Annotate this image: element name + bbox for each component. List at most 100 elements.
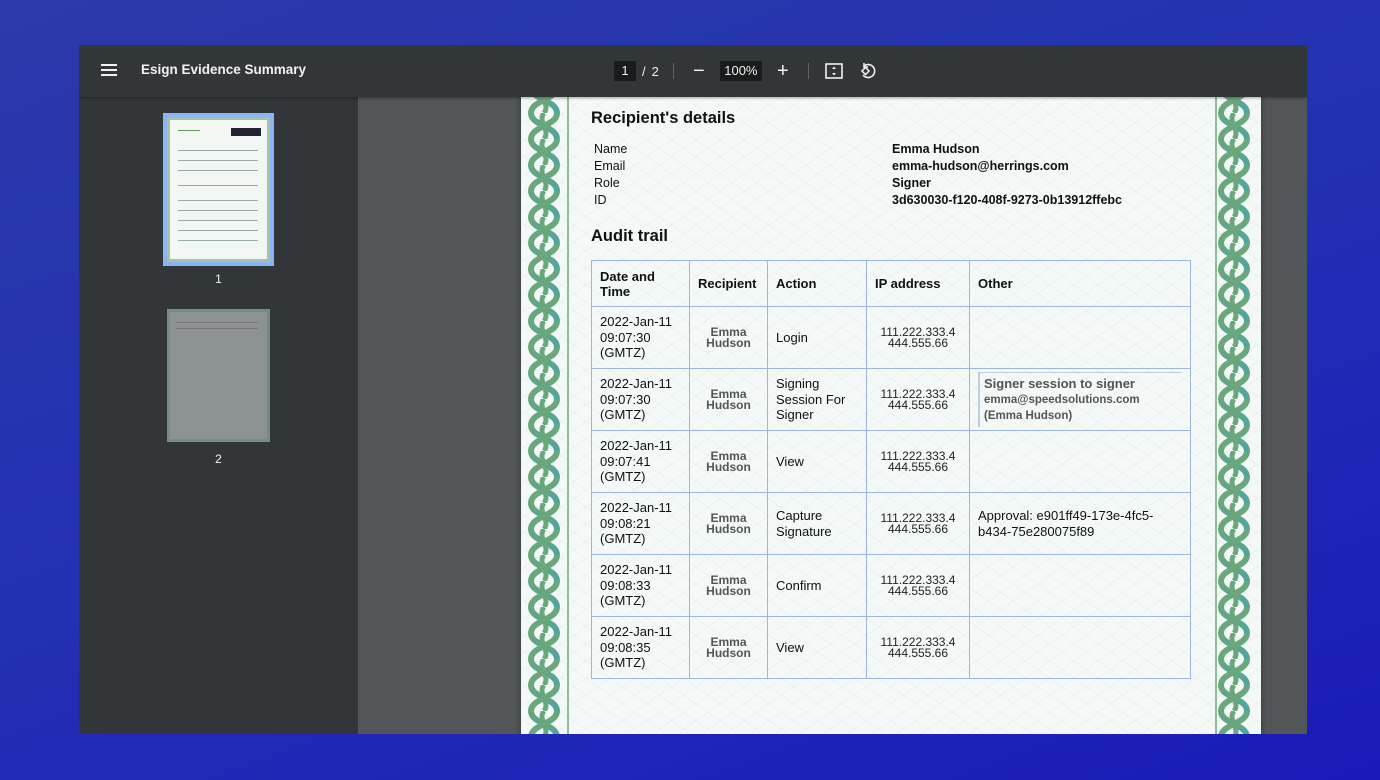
cell-date-time: 2022-Jan-11 09:07:30 (GMTZ) <box>591 368 690 431</box>
pdf-viewer: Esign Evidence Summary 1 / 2 − 100% + 1 … <box>79 45 1307 734</box>
date: 2022-Jan-11 <box>600 500 673 516</box>
email-value: emma-hudson@herrings.com <box>892 159 1069 173</box>
recipient-last: Hudson <box>706 459 751 474</box>
page-total: 2 <box>651 63 659 79</box>
cell-other: Signer session to signer emma@speedsoluti… <box>969 368 1191 431</box>
cell-action: Signing Session For Signer <box>767 368 867 431</box>
fit-page-icon <box>825 63 843 79</box>
timezone: (GMTZ) <box>600 593 646 609</box>
thumbnail-page-1[interactable]: 1 <box>163 113 274 286</box>
cell-action: View <box>767 616 867 679</box>
rotate-button[interactable] <box>857 60 879 82</box>
ip-line-2: 444.555.66 <box>887 397 949 412</box>
cell-ip-address: 111.222.333.4 444.555.66 <box>866 492 970 555</box>
cell-ip-address: 111.222.333.4 444.555.66 <box>866 554 970 617</box>
cell-ip-address: 111.222.333.4 444.555.66 <box>866 616 970 679</box>
audit-trail-table: Date and Time Recipient Action IP addres… <box>591 260 1191 679</box>
zoom-in-button[interactable]: + <box>772 60 794 82</box>
cell-date-time: 2022-Jan-11 09:08:35 (GMTZ) <box>591 616 690 679</box>
time: 09:08:21 <box>600 515 651 531</box>
header-action: Action <box>767 260 867 307</box>
recipient-details-heading: Recipient's details <box>591 109 736 127</box>
divider <box>672 63 674 79</box>
thumbnail-label: 2 <box>215 452 222 466</box>
cell-other <box>969 554 1191 617</box>
name-value: Emma Hudson <box>892 142 980 156</box>
cell-action: Confirm <box>767 554 867 617</box>
name-label: Name <box>594 142 628 156</box>
cell-other <box>969 306 1191 369</box>
zoom-level-input[interactable]: 100% <box>719 61 762 81</box>
page-thumbnail-image <box>167 309 270 442</box>
ip-line-2: 444.555.66 <box>887 335 949 350</box>
cell-ip-address: 111.222.333.4 444.555.66 <box>866 430 970 493</box>
menu-icon[interactable] <box>101 61 119 79</box>
thumbnail-frame[interactable] <box>163 113 274 266</box>
header-date-time: Date and Time <box>591 260 690 307</box>
ip-line-2: 444.555.66 <box>887 583 949 598</box>
date: 2022-Jan-11 <box>600 624 673 640</box>
ip-line-2: 444.555.66 <box>887 645 949 660</box>
page-number-input[interactable]: 1 <box>614 61 636 81</box>
recipient-last: Hudson <box>706 521 751 536</box>
revv-logo-thumb <box>231 128 261 136</box>
thumbnail-page-2[interactable]: 2 <box>163 305 274 466</box>
toolbar: Esign Evidence Summary 1 / 2 − 100% + <box>79 45 1307 97</box>
document-body: Recipient's details Name Emma Hudson Ema… <box>591 109 1191 679</box>
time: 09:08:35 <box>600 639 651 655</box>
cell-ip-address: 111.222.333.4 444.555.66 <box>866 306 970 369</box>
thumbnail-sidebar: 1 2 <box>79 97 358 734</box>
table-row: 2022-Jan-11 09:08:21 (GMTZ) Emma Hudson … <box>591 492 1191 555</box>
audit-trail-heading: Audit trail <box>591 227 668 245</box>
border-line-left <box>567 97 569 734</box>
fit-to-page-button[interactable] <box>823 60 845 82</box>
timezone: (GMTZ) <box>600 469 646 485</box>
timezone: (GMTZ) <box>600 345 646 361</box>
time: 09:07:30 <box>600 329 651 345</box>
recipient-last: Hudson <box>706 397 751 412</box>
date: 2022-Jan-11 <box>600 438 673 454</box>
cell-date-time: 2022-Jan-11 09:08:21 (GMTZ) <box>591 492 690 555</box>
note-line: Signer session to signer <box>984 376 1135 391</box>
document-title: Esign Evidence Summary <box>141 62 307 77</box>
header-other: Other <box>969 260 1191 307</box>
role-label: Role <box>594 176 620 190</box>
divider <box>807 63 809 79</box>
header-recipient: Recipient <box>689 260 768 307</box>
cell-recipient: Emma Hudson <box>689 306 768 369</box>
cell-date-time: 2022-Jan-11 09:07:30 (GMTZ) <box>591 306 690 369</box>
braid-border-right <box>1217 97 1251 734</box>
timezone: (GMTZ) <box>600 531 646 547</box>
date: 2022-Jan-11 <box>600 376 673 392</box>
cell-date-time: 2022-Jan-11 09:08:33 (GMTZ) <box>591 554 690 617</box>
cell-recipient: Emma Hudson <box>689 616 768 679</box>
page-thumbnail-image <box>167 117 270 262</box>
cell-action: Capture Signature <box>767 492 867 555</box>
recipient-details: Name Emma Hudson Email emma-hudson@herri… <box>594 142 1191 207</box>
cell-action: Login <box>767 306 867 369</box>
zoom-out-button[interactable]: − <box>688 60 710 82</box>
note-line: (Emma Hudson) <box>984 410 1073 422</box>
recipient-last: Hudson <box>706 583 751 598</box>
pdf-page: Recipient's details Name Emma Hudson Ema… <box>521 97 1261 734</box>
time: 09:07:30 <box>600 391 651 407</box>
page-separator: / <box>642 63 646 79</box>
cell-ip-address: 111.222.333.4 444.555.66 <box>866 368 970 431</box>
page-controls: 1 / 2 − 100% + <box>614 59 879 83</box>
thumbnail-label: 1 <box>215 272 222 286</box>
cell-recipient: Emma Hudson <box>689 430 768 493</box>
thumbnail-frame[interactable] <box>163 305 274 446</box>
date: 2022-Jan-11 <box>600 314 673 330</box>
date: 2022-Jan-11 <box>600 562 673 578</box>
document-canvas[interactable]: Recipient's details Name Emma Hudson Ema… <box>358 97 1307 734</box>
cell-other <box>969 616 1191 679</box>
role-value: Signer <box>892 176 931 190</box>
table-row: 2022-Jan-11 09:08:35 (GMTZ) Emma Hudson … <box>591 616 1191 679</box>
rotate-icon <box>860 63 876 79</box>
note-line: emma@speedsolutions.com <box>984 394 1140 406</box>
recipient-last: Hudson <box>706 645 751 660</box>
timezone: (GMTZ) <box>600 655 646 671</box>
header-ip-address: IP address <box>866 260 970 307</box>
recipient-last: Hudson <box>706 335 751 350</box>
cell-action: View <box>767 430 867 493</box>
